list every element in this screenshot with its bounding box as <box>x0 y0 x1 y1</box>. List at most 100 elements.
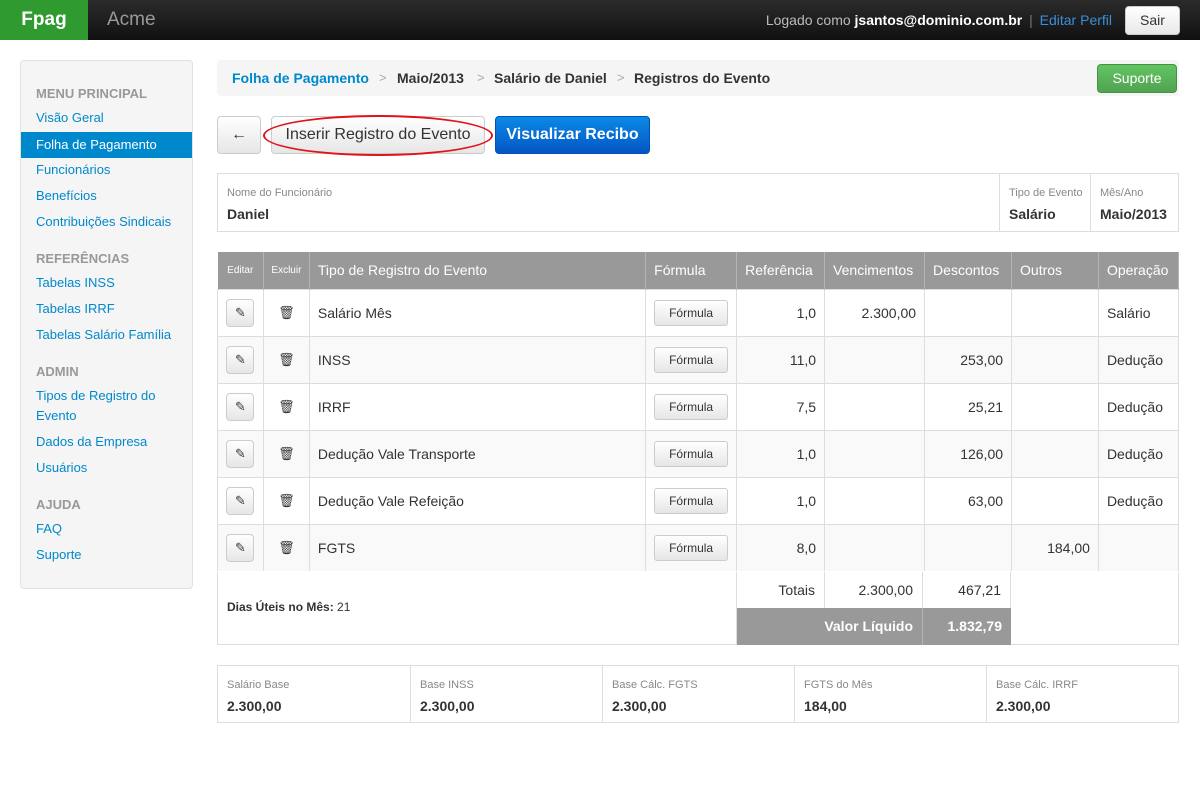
col-header-editar: Editar <box>217 252 264 289</box>
totals-right-filler <box>1011 608 1179 645</box>
summary-value: 2.300,00 <box>996 698 1051 714</box>
sidebar-item-usuarios[interactable]: Usuários <box>36 458 87 478</box>
sidebar-item-faq[interactable]: FAQ <box>36 519 62 539</box>
event-type-cell: Tipo de Evento Salário <box>1000 174 1091 231</box>
working-days-label: Dias Úteis no Mês: <box>227 600 334 614</box>
cell-descontos: 25,21 <box>924 382 1013 430</box>
net-value-label: Valor Líquido <box>737 608 923 645</box>
arrow-left-icon: ← <box>231 126 247 143</box>
summary-label: Base INSS <box>420 679 474 691</box>
sidebar: MENU PRINCIPAL Visão Geral Folha de Paga… <box>20 60 193 589</box>
employee-info-panel: Nome do Funcionário Daniel Tipo de Event… <box>217 173 1179 232</box>
edit-icon[interactable]: ✎ <box>226 533 255 562</box>
edit-cell: ✎ <box>217 382 264 430</box>
cell-vencimentos: 2.300,00 <box>824 288 926 336</box>
top-navbar: Fpag Acme Logado como jsantos@dominio.co… <box>0 0 1200 40</box>
sidebar-item-contribuicoes[interactable]: Contribuições Sindicais <box>36 212 171 232</box>
summary-label: Base Cálc. IRRF <box>996 679 1078 691</box>
cell-operacao: Dedução <box>1098 382 1180 430</box>
cell-tipo: Dedução Vale Transporte <box>309 429 647 477</box>
edit-icon[interactable]: ✎ <box>226 345 255 374</box>
edit-icon[interactable]: ✎ <box>226 486 255 515</box>
sidebar-item-tipos-registro[interactable]: Tipos de Registro do Evento <box>36 386 155 426</box>
sidebar-header-ajuda: AJUDA <box>36 497 81 512</box>
cell-descontos <box>924 288 1013 336</box>
delete-cell: 🗑 <box>263 288 310 336</box>
formula-button[interactable]: Fórmula <box>654 393 729 420</box>
cell-descontos: 253,00 <box>924 335 1013 383</box>
cell-descontos: 63,00 <box>924 476 1013 524</box>
insert-event-record-button[interactable]: Inserir Registro do Evento <box>271 116 485 154</box>
employee-label: Nome do Funcionário <box>227 187 333 199</box>
company-name: Acme <box>107 9 156 30</box>
sidebar-item-folha-pagamento[interactable]: Folha de Pagamento <box>21 132 192 158</box>
formula-cell: Fórmula <box>645 476 738 524</box>
cell-tipo: Salário Mês <box>309 288 647 336</box>
cell-vencimentos <box>824 523 926 571</box>
col-header-tipo: Tipo de Registro do Evento <box>309 252 647 289</box>
sidebar-header-referencias: REFERÊNCIAS <box>36 251 130 266</box>
table-row: ✎ 🗑 Dedução Vale Refeição Fórmula 1,0 63,00 De… <box>217 476 1180 524</box>
summary-label: Base Cálc. FGTS <box>612 679 698 691</box>
formula-button[interactable]: Fórmula <box>654 346 729 373</box>
view-receipt-button[interactable]: Visualizar Recibo <box>495 116 650 154</box>
sidebar-item-label: Folha de Pagamento <box>36 137 157 152</box>
support-button[interactable]: Suporte <box>1097 64 1177 93</box>
separator: | <box>1029 12 1033 28</box>
breadcrumb-separator: > <box>617 70 625 85</box>
breadcrumb-mes[interactable]: Maio/2013 <box>397 60 464 96</box>
delete-cell: 🗑 <box>263 476 310 524</box>
brand-logo[interactable]: Fpag <box>0 0 88 40</box>
breadcrumb-current: Registros do Evento <box>634 70 771 86</box>
formula-cell: Fórmula <box>645 382 738 430</box>
totals-left-panel: Dias Úteis no Mês: 21 <box>217 572 737 645</box>
month-label: Mês/Ano <box>1100 187 1144 199</box>
edit-icon[interactable]: ✎ <box>226 298 255 327</box>
sidebar-item-salario-familia[interactable]: Tabelas Salário Família <box>36 325 171 345</box>
trash-icon[interactable]: 🗑 <box>278 305 295 320</box>
breadcrumb-salario[interactable]: Salário de Daniel <box>494 60 607 96</box>
user-email: jsantos@dominio.com.br <box>854 12 1023 28</box>
delete-cell: 🗑 <box>263 335 310 383</box>
sidebar-item-dados-empresa[interactable]: Dados da Empresa <box>36 432 147 452</box>
table-row: ✎ 🗑 IRRF Fórmula 7,5 25,21 Dedução <box>217 382 1180 430</box>
cell-referencia: 8,0 <box>736 523 826 571</box>
summary-base-fgts: Base Cálc. FGTS 2.300,00 <box>603 666 795 722</box>
back-button[interactable]: ← <box>217 116 261 154</box>
delete-cell: 🗑 <box>263 523 310 571</box>
col-header-descontos: Descontos <box>924 252 1013 289</box>
summary-value: 184,00 <box>804 698 847 714</box>
col-header-formula: Fórmula <box>645 252 738 289</box>
sidebar-item-funcionarios[interactable]: Funcionários <box>36 160 110 180</box>
sidebar-item-tabelas-inss[interactable]: Tabelas INSS <box>36 273 115 293</box>
cell-vencimentos <box>824 382 926 430</box>
employee-name: Daniel <box>227 206 270 222</box>
event-type-label: Tipo de Evento <box>1009 187 1083 199</box>
breadcrumb-separator: > <box>379 70 387 85</box>
edit-cell: ✎ <box>217 523 264 571</box>
edit-icon[interactable]: ✎ <box>226 439 255 468</box>
edit-profile-link[interactable]: Editar Perfil <box>1040 12 1112 28</box>
formula-button[interactable]: Fórmula <box>654 487 729 514</box>
breadcrumb-folha[interactable]: Folha de Pagamento <box>232 60 369 96</box>
logout-button[interactable]: Sair <box>1125 6 1180 35</box>
sidebar-item-tabelas-irrf[interactable]: Tabelas IRRF <box>36 299 115 319</box>
formula-button[interactable]: Fórmula <box>654 299 729 326</box>
trash-icon[interactable]: 🗑 <box>278 399 295 414</box>
formula-button[interactable]: Fórmula <box>654 440 729 467</box>
formula-cell: Fórmula <box>645 335 738 383</box>
sidebar-item-visao-geral[interactable]: Visão Geral <box>36 108 104 128</box>
trash-icon[interactable]: 🗑 <box>278 352 295 367</box>
cell-vencimentos <box>824 335 926 383</box>
delete-cell: 🗑 <box>263 429 310 477</box>
sidebar-item-suporte[interactable]: Suporte <box>36 545 82 565</box>
totals-descontos: 467,21 <box>923 572 1011 608</box>
trash-icon[interactable]: 🗑 <box>278 540 295 555</box>
net-value: 1.832,79 <box>947 618 1003 634</box>
working-days-value: 21 <box>337 600 351 614</box>
trash-icon[interactable]: 🗑 <box>278 493 295 508</box>
trash-icon[interactable]: 🗑 <box>278 446 295 461</box>
formula-button[interactable]: Fórmula <box>654 534 729 561</box>
edit-icon[interactable]: ✎ <box>226 392 255 421</box>
sidebar-item-beneficios[interactable]: Benefícios <box>36 186 97 206</box>
